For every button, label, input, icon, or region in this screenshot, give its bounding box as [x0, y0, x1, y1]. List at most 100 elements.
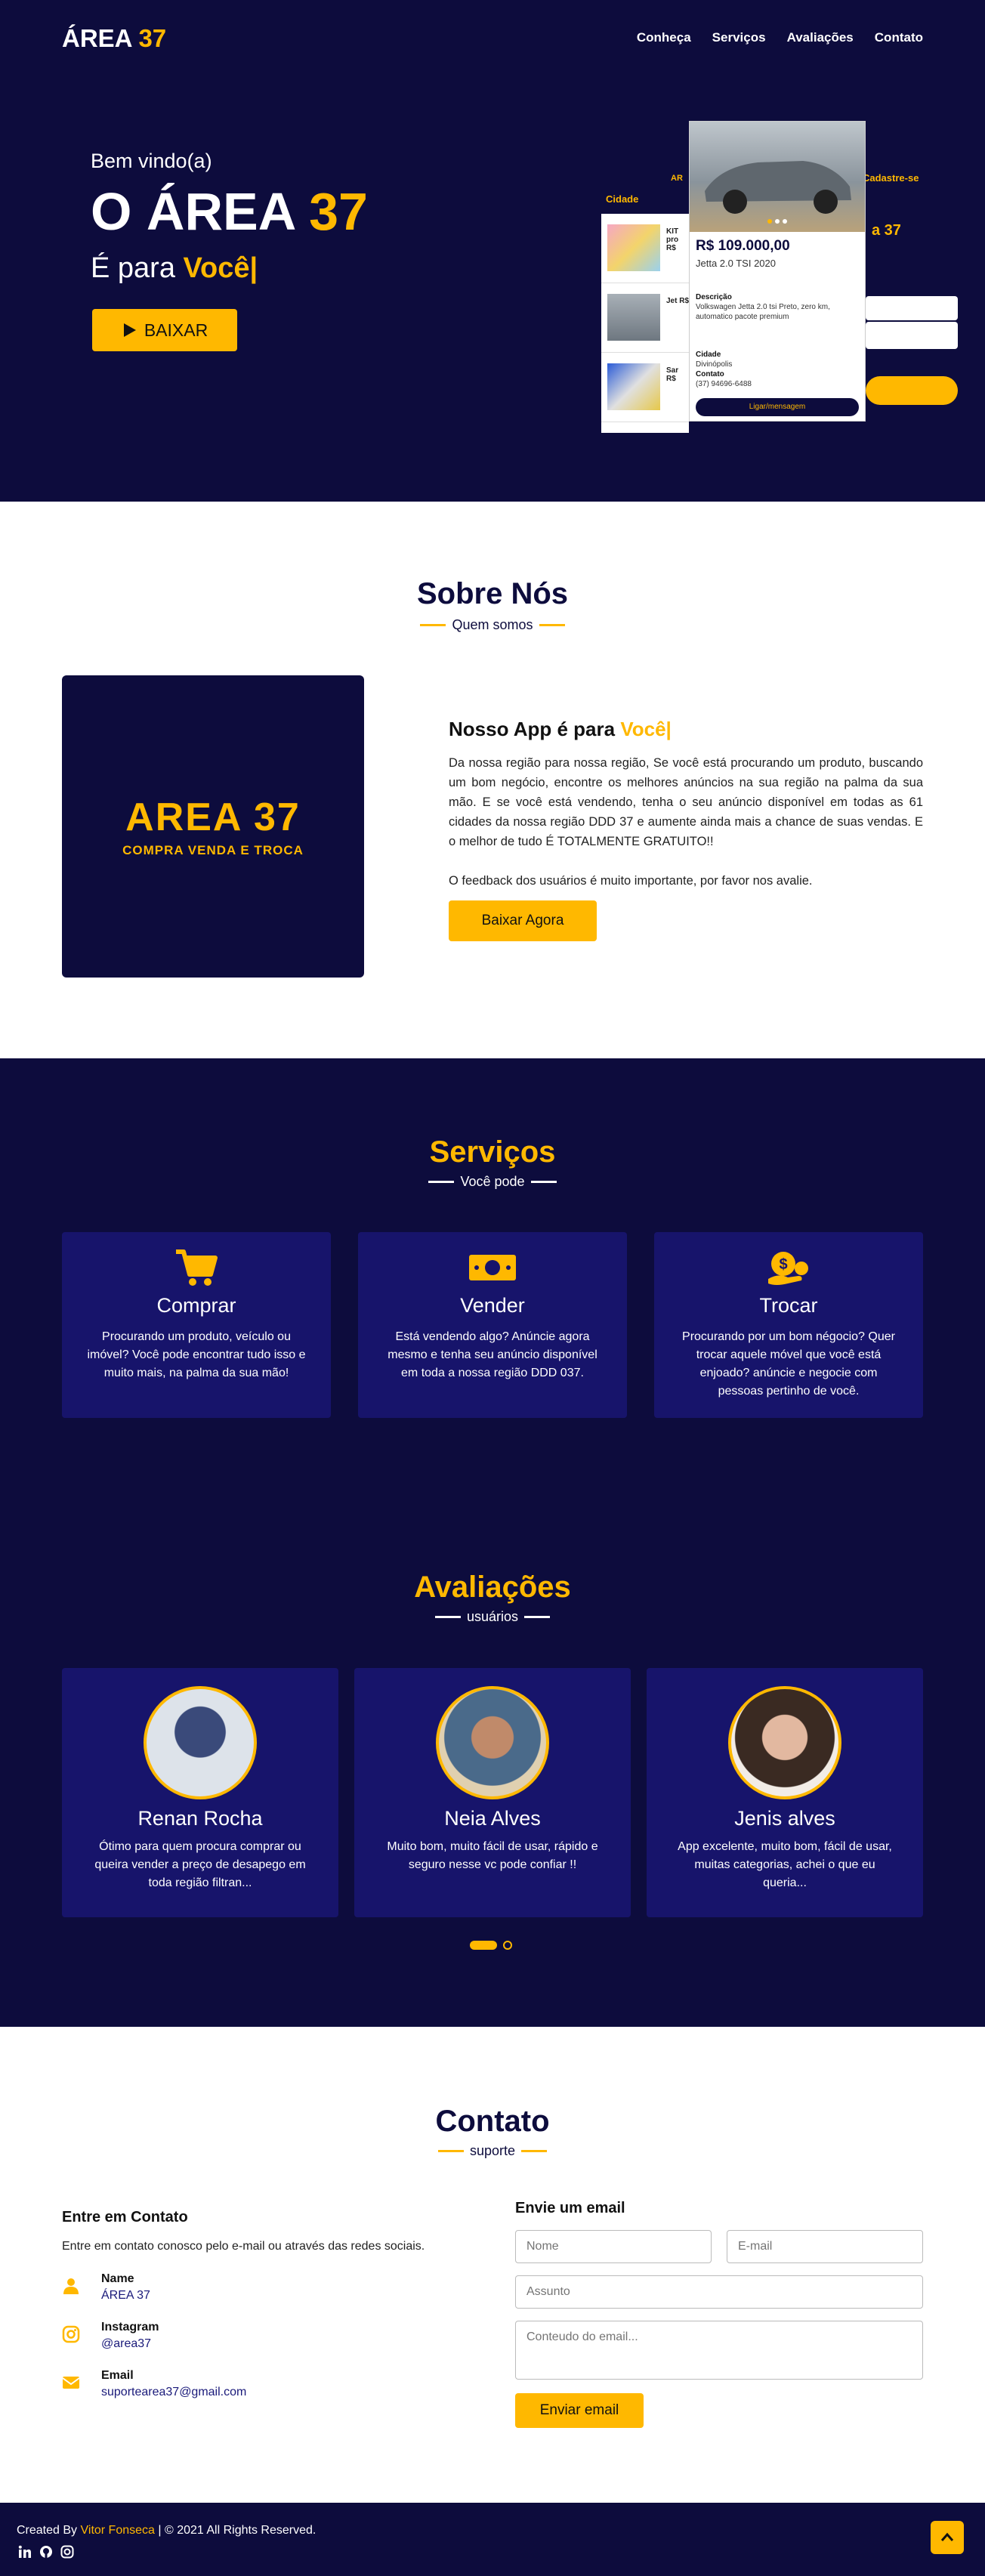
contact-text: Entre em contato conosco pelo e-mail ou …	[62, 2240, 425, 2253]
avatar	[144, 1686, 257, 1799]
nav-conheca[interactable]: Conheça	[637, 30, 691, 45]
about-paragraph: Da nossa região para nossa região, Se vo…	[449, 756, 923, 848]
contact-label: Name	[101, 2272, 134, 2285]
footer-prefix: Created By	[17, 2524, 78, 2537]
subject-input[interactable]	[515, 2275, 923, 2309]
app-screen-list: KIT pro R$ Jet R$ Sar R$	[601, 214, 689, 433]
review-card: Renan Rocha Ótimo para quem procura comp…	[62, 1668, 338, 1917]
instagram-icon	[62, 2325, 80, 2343]
logo-text: ÁREA	[62, 24, 132, 52]
hero-welcome: Bem vindo(a)	[91, 150, 212, 172]
svg-text:$: $	[779, 1256, 787, 1273]
mock-back-label: AR	[671, 174, 683, 183]
mock-list-item: Jet R$	[601, 283, 689, 353]
github-icon[interactable]	[39, 2545, 53, 2559]
coins-icon: $	[768, 1252, 808, 1285]
mock-list-item: Sar R$	[601, 353, 689, 422]
contact-value[interactable]: suportearea37@gmail.com	[101, 2386, 246, 2399]
service-card-trade: $ Trocar Procurando por um bom négocio? …	[654, 1232, 923, 1418]
footer-credits: Created By Vitor Fonseca | © 2021 All Ri…	[17, 2524, 316, 2537]
user-icon	[63, 2278, 79, 2294]
footer-author[interactable]: Vitor Fonseca	[81, 2524, 155, 2537]
chevron-up-icon	[940, 2532, 954, 2541]
review-card: Neia Alves Muito bom, muito fácil de usa…	[354, 1668, 631, 1917]
carousel-dots	[470, 1941, 512, 1950]
contact-heading: Entre em Contato	[62, 2209, 188, 2225]
service-text: Procurando um produto, veículo ou imóvel…	[87, 1330, 306, 1379]
hero-sub-prefix: É para	[91, 252, 175, 284]
contact-value[interactable]: @area37	[101, 2337, 159, 2351]
mock-contact: Contato (37) 94696-6488	[696, 370, 752, 388]
mock-list-item: KIT pro R$	[601, 214, 689, 283]
play-store-icon	[123, 323, 136, 337]
contact-subtitle: suporte	[0, 2142, 985, 2159]
mock-city-label: Cidade	[606, 193, 639, 205]
review-text: Muito bom, muito fácil de usar, rápido e…	[387, 1840, 598, 1871]
about-title: Sobre Nós	[416, 577, 569, 610]
download-now-button[interactable]: Baixar Agora	[449, 900, 597, 941]
about-text: Da nossa região para nossa região, Se vo…	[449, 753, 923, 891]
reviews-subtitle: usuários	[0, 1608, 985, 1625]
instagram-icon[interactable]	[60, 2545, 74, 2559]
service-card-sell: Vender Está vendendo algo? Anúncie agora…	[358, 1232, 627, 1418]
about-logo-image: AREA 37 COMPRA VENDA E TROCA	[62, 675, 364, 978]
hero-download-label: BAIXAR	[144, 320, 208, 340]
review-name: Neia Alves	[444, 1807, 541, 1830]
review-name: Jenis alves	[734, 1807, 835, 1830]
linkedin-icon[interactable]	[18, 2545, 32, 2559]
contact-email-item: Email suportearea37@gmail.com	[62, 2369, 246, 2399]
contact-label: Instagram	[101, 2321, 159, 2334]
review-name: Renan Rocha	[137, 1807, 263, 1830]
hero-title-main: O ÁREA	[91, 182, 295, 241]
hero-title-num: 37	[309, 182, 368, 241]
services-subtitle: Você pode	[0, 1173, 985, 1190]
service-text: Procurando por um bom négocio? Quer troc…	[682, 1330, 895, 1398]
service-title: Vender	[460, 1294, 525, 1317]
envelope-icon	[62, 2377, 80, 2389]
reviews-title: Avaliações	[414, 1571, 571, 1604]
message-textarea[interactable]	[515, 2321, 923, 2380]
contact-name-item: Name ÁREA 37	[62, 2272, 150, 2303]
nav-contato[interactable]: Contato	[875, 30, 923, 45]
cart-icon	[176, 1249, 218, 1286]
about-logo-text: AREA 37	[125, 795, 301, 839]
services-section: Serviços Você pode Comprar Procurando um…	[0, 1058, 985, 2027]
service-title: Comprar	[156, 1294, 236, 1317]
about-heading: Nosso App é para Você|	[449, 718, 672, 740]
hero-section: ÁREA 37 Conheça Serviços Avaliações Cont…	[0, 0, 985, 502]
hero-download-button[interactable]: BAIXAR	[92, 309, 237, 351]
nav-servicos[interactable]: Serviços	[712, 30, 766, 45]
footer: Created By Vitor Fonseca | © 2021 All Ri…	[0, 2503, 985, 2576]
site-logo[interactable]: ÁREA 37	[62, 24, 166, 53]
service-card-buy: Comprar Procurando um produto, veículo o…	[62, 1232, 331, 1418]
mock-register-label: Cadastre-se	[863, 172, 919, 184]
contact-title: Contato	[435, 2105, 550, 2138]
hero-sub-accent: Você|	[183, 252, 258, 284]
hero-subtitle: É para Você|	[91, 252, 258, 285]
logo-number: 37	[138, 24, 167, 52]
review-card: Jenis alves App excelente, muito bom, fá…	[647, 1668, 923, 1917]
about-subtitle: Quem somos	[0, 616, 985, 633]
app-screen-detail: R$ 109.000,00 Jetta 2.0 TSI 2020 Descriç…	[689, 121, 866, 422]
hero-title: O ÁREA 37	[91, 181, 368, 242]
carousel-dot[interactable]	[503, 1941, 512, 1950]
avatar	[436, 1686, 549, 1799]
contact-value: ÁREA 37	[101, 2289, 150, 2302]
contact-label: Email	[101, 2369, 134, 2382]
send-email-button[interactable]: Enviar email	[515, 2393, 644, 2428]
services-title: Serviços	[429, 1135, 556, 1169]
email-input[interactable]	[727, 2230, 923, 2263]
mock-description: Descrição Volkswagen Jetta 2.0 tsi Preto,…	[696, 293, 830, 321]
main-nav: Conheça Serviços Avaliações Contato	[637, 30, 923, 45]
form-heading: Envie um email	[515, 2200, 625, 2216]
review-text: Ótimo para quem procura comprar ou queir…	[94, 1840, 306, 1889]
mock-contact-button: Ligar/mensagem	[696, 398, 859, 416]
name-input[interactable]	[515, 2230, 712, 2263]
contact-instagram-item: Instagram @area37	[62, 2321, 159, 2351]
about-logo-tagline: COMPRA VENDA E TROCA	[122, 843, 304, 857]
mock-price: R$ 109.000,00	[696, 238, 790, 254]
carousel-dot-active[interactable]	[470, 1941, 497, 1950]
nav-avaliacoes[interactable]: Avaliações	[787, 30, 854, 45]
footer-social	[18, 2545, 74, 2559]
back-to-top-button[interactable]	[931, 2521, 964, 2554]
